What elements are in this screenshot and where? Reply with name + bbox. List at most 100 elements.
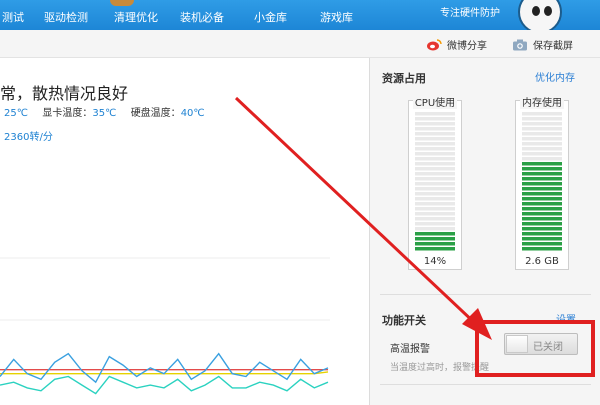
camera-icon: [513, 39, 527, 50]
cpu-usage-segment: [415, 182, 455, 186]
temperature-readouts: 25℃ 显卡温度：35℃ 硬盘温度：40℃: [4, 104, 205, 119]
cpu-usage-segment: [415, 132, 455, 136]
nav-item-essentials[interactable]: 装机必备: [180, 9, 224, 25]
cpu-usage-segment: [415, 222, 455, 226]
high-temp-alarm-label: 高温报警: [390, 344, 430, 355]
cpu-usage-segment: [415, 147, 455, 151]
temperature-chart: [0, 257, 330, 395]
divider: [380, 294, 591, 295]
memory-usage-segment: [522, 112, 562, 116]
toggle-state-text: 已关闭: [533, 342, 563, 353]
memory-usage-segment: [522, 232, 562, 236]
decor-shape: [110, 0, 134, 6]
memory-usage-meter: 内存使用 2.6 GB: [515, 98, 569, 270]
cpu-usage-segment: [415, 207, 455, 211]
cpu-usage-segment: [415, 112, 455, 116]
memory-usage-segment: [522, 157, 562, 161]
cpu-usage-value: 14%: [423, 256, 447, 267]
memory-usage-segment: [522, 197, 562, 201]
memory-usage-bar: [522, 112, 562, 251]
cpu-usage-segment: [415, 152, 455, 156]
memory-usage-label: 内存使用: [520, 98, 564, 109]
memory-usage-segment: [522, 182, 562, 186]
memory-usage-segment: [522, 227, 562, 231]
gpu-temp-label: 显卡温度：: [42, 108, 93, 119]
alarm-hint-text: 当温度过高时，报警提醒: [390, 363, 490, 373]
memory-usage-segment: [522, 192, 562, 196]
status-headline: 常，散热情况良好: [0, 84, 129, 103]
cpu-usage-segment: [415, 137, 455, 141]
cpu-usage-segment: [415, 232, 455, 236]
weibo-share-button[interactable]: 微博分享: [426, 37, 487, 52]
temperature-panel: 常，散热情况良好 25℃ 显卡温度：35℃ 硬盘温度：40℃ 2360转/分: [0, 58, 368, 405]
memory-usage-segment: [522, 187, 562, 191]
cpu-usage-segment: [415, 162, 455, 166]
fan-speed-value: 2360转/分: [4, 132, 53, 143]
nav-item-games[interactable]: 游戏库: [320, 9, 353, 25]
memory-usage-segment: [522, 207, 562, 211]
memory-usage-segment: [522, 222, 562, 226]
gpu-temp-value: 35℃: [92, 108, 117, 119]
cpu-usage-segment: [415, 187, 455, 191]
memory-usage-segment: [522, 217, 562, 221]
cpu-usage-meter: CPU使用 14%: [408, 98, 462, 270]
cpu-usage-segment: [415, 157, 455, 161]
memory-usage-segment: [522, 132, 562, 136]
memory-usage-segment: [522, 142, 562, 146]
nav-item-vault[interactable]: 小金库: [254, 9, 287, 25]
memory-usage-segment: [522, 147, 562, 151]
toolbar: 微博分享 保存截屏: [0, 30, 600, 58]
cpu-usage-segment: [415, 242, 455, 246]
chart-series-line-2: [0, 352, 329, 384]
optimize-memory-link[interactable]: 优化内存: [535, 69, 575, 84]
cpu-usage-segment: [415, 122, 455, 126]
cpu-usage-bar: [415, 112, 455, 251]
cpu-usage-label: CPU使用: [412, 98, 458, 109]
nav-item-driver-check[interactable]: 驱动检测: [44, 9, 88, 25]
memory-usage-segment: [522, 247, 562, 251]
cpu-usage-segment: [415, 172, 455, 176]
cpu-usage-segment: [415, 192, 455, 196]
cpu-usage-segment: [415, 247, 455, 251]
memory-usage-segment: [522, 177, 562, 181]
memory-usage-segment: [522, 167, 562, 171]
memory-usage-segment: [522, 242, 562, 246]
settings-link[interactable]: 设置: [556, 311, 576, 326]
memory-usage-segment: [522, 127, 562, 131]
cpu-usage-segment: [415, 197, 455, 201]
memory-usage-segment: [522, 172, 562, 176]
save-screenshot-button[interactable]: 保存截屏: [512, 37, 573, 52]
memory-usage-segment: [522, 212, 562, 216]
cpu-usage-segment: [415, 142, 455, 146]
cpu-usage-segment: [415, 227, 455, 231]
weibo-icon: [427, 38, 442, 50]
resource-panel: 资源占用 优化内存 CPU使用 14% 内存使用 2.6 GB 功能开关 设置 …: [369, 58, 600, 405]
features-title: 功能开关: [382, 314, 426, 327]
cpu-usage-segment: [415, 177, 455, 181]
memory-usage-value: 2.6 GB: [525, 256, 559, 267]
memory-usage-segment: [522, 162, 562, 166]
disk-temp-value: 40℃: [180, 108, 205, 119]
cpu-usage-segment: [415, 237, 455, 241]
memory-usage-segment: [522, 117, 562, 121]
save-screenshot-label: 保存截屏: [533, 41, 573, 52]
slogan-text: 专注硬件防护: [440, 8, 500, 19]
mascot-avatar-icon: [518, 0, 562, 34]
nav-item-cleanup[interactable]: 清理优化: [114, 9, 158, 25]
cpu-usage-segment: [415, 117, 455, 121]
nav-item-test[interactable]: 测试: [2, 9, 24, 25]
cpu-temp-value: 25℃: [4, 108, 28, 119]
disk-temp-label: 硬盘温度：: [130, 108, 181, 119]
high-temp-alarm-toggle[interactable]: 已关闭: [504, 333, 578, 355]
memory-usage-segment: [522, 137, 562, 141]
divider: [380, 384, 591, 385]
memory-usage-segment: [522, 237, 562, 241]
memory-usage-segment: [522, 152, 562, 156]
toggle-knob: [506, 335, 528, 353]
chart-series-line-3: [0, 375, 329, 395]
cpu-usage-segment: [415, 167, 455, 171]
memory-usage-segment: [522, 202, 562, 206]
memory-usage-segment: [522, 122, 562, 126]
cpu-usage-segment: [415, 217, 455, 221]
cpu-usage-segment: [415, 202, 455, 206]
